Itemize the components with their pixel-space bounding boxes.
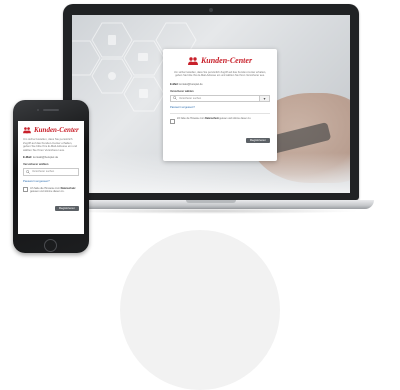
register-button[interactable]: Registrieren (245, 137, 270, 143)
laptop-shadow (60, 208, 360, 214)
search-icon (173, 96, 177, 101)
chevron-down-icon: ▾ (263, 95, 266, 101)
background-disc (120, 230, 280, 390)
phone-consent-text: Ich habe die Hinweise zum Datenschutz ge… (30, 186, 76, 194)
intro-text: Um sicherzustellen, dass Sie persönlich … (173, 71, 267, 78)
phone-email-row: E-Mail: kontakt@beispiel.de (23, 156, 79, 160)
phone-consent-checkbox[interactable] (23, 187, 28, 193)
insurer-dropdown-button[interactable]: ▾ (260, 94, 270, 102)
brand-name: Kunden-Center (200, 56, 253, 65)
phone-consent-row: Ich habe die Hinweise zum Datenschutz ge… (23, 187, 79, 193)
email-label: E-Mail: (170, 82, 179, 86)
phone-insurer-search-input[interactable]: Versicherer suchen (23, 167, 79, 176)
insurer-select-row: Versicherer suchen ▾ (170, 94, 270, 102)
brand: Kunden-Center (170, 55, 270, 67)
smartphone: Kunden-Center Um sicherzustellen, dass S… (13, 100, 89, 253)
laptop: Kunden-Center Um sicherzustellen, dass S… (63, 4, 359, 200)
people-group-icon (23, 126, 31, 133)
phone-earpiece (43, 109, 59, 111)
insurer-placeholder: Versicherer suchen (179, 96, 202, 100)
phone-intro-text: Um sicherzustellen, dass Sie persönlich … (23, 137, 78, 152)
laptop-notch (186, 200, 236, 203)
phone-forgot-password-link[interactable]: Passwort vergessen? (23, 179, 79, 183)
login-card: Kunden-Center Um sicherzustellen, dass S… (163, 49, 277, 161)
consent-checkbox[interactable] (170, 118, 175, 124)
search-icon (26, 169, 30, 174)
consent-row: Ich habe die Hinweise zum Datenschutz ge… (170, 118, 270, 124)
phone-brand: Kunden-Center (23, 125, 79, 135)
phone-submit-wrap: Registrieren (23, 196, 79, 214)
insurer-label: Versicherer wählen (170, 90, 194, 94)
consent-text: Ich habe die Hinweise zum Datenschutz ge… (177, 118, 252, 121)
insurer-search-input[interactable]: Versicherer suchen (170, 94, 260, 102)
laptop-screen: Kunden-Center Um sicherzustellen, dass S… (72, 15, 350, 193)
phone-insurer-placeholder: Versicherer suchen (32, 170, 55, 174)
home-button[interactable] (44, 239, 57, 252)
people-group-icon (187, 56, 198, 65)
email-row: E-Mail: kontakt@beispiel.de (170, 83, 270, 86)
phone-screen: Kunden-Center Um sicherzustellen, dass S… (18, 121, 84, 234)
phone-email-label: E-Mail: (23, 155, 33, 160)
email-value: kontakt@beispiel.de (179, 82, 203, 86)
divider (170, 113, 270, 115)
forgot-password-link[interactable]: Passwort vergessen? (170, 106, 270, 109)
phone-brand-name: Kunden-Center (34, 125, 79, 134)
submit-wrap: Registrieren (170, 128, 270, 146)
laptop-camera (209, 8, 213, 12)
phone-email-value: kontakt@beispiel.de (32, 155, 59, 160)
phone-camera (37, 109, 39, 111)
phone-register-button[interactable]: Registrieren (54, 206, 79, 212)
phone-insurer-label: Versicherer wählen (23, 161, 49, 166)
